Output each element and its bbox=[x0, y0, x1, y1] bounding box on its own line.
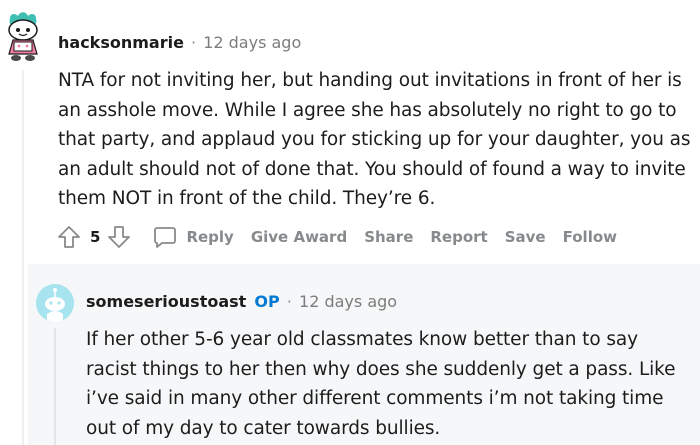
give-award-button[interactable]: Give Award bbox=[251, 228, 347, 246]
reply-button[interactable]: Reply bbox=[152, 224, 234, 250]
comment-username[interactable]: hacksonmarie bbox=[58, 33, 184, 52]
comment-timestamp[interactable]: 12 days ago bbox=[203, 33, 301, 52]
snoo-avatar-teal-hair-icon bbox=[8, 12, 38, 61]
reply-user-avatar[interactable] bbox=[36, 284, 74, 322]
reply-timestamp[interactable]: 12 days ago bbox=[299, 292, 397, 311]
report-button[interactable]: Report bbox=[430, 228, 487, 246]
upvote-icon[interactable] bbox=[56, 224, 82, 250]
op-badge: OP bbox=[254, 292, 280, 311]
comment-body: NTA for not inviting her, but handing ou… bbox=[58, 70, 691, 209]
reply-body: If her other 5-6 year old classmates kno… bbox=[86, 329, 676, 439]
reply-thread-line[interactable] bbox=[54, 328, 56, 445]
meta-separator: · bbox=[191, 33, 197, 52]
speech-bubble-icon bbox=[152, 224, 178, 250]
reply-username[interactable]: someserioustoast bbox=[86, 292, 246, 311]
save-button[interactable]: Save bbox=[505, 228, 546, 246]
comment: hacksonmarie · 12 days ago NTA for not i… bbox=[0, 0, 700, 262]
comment-meta: hacksonmarie · 12 days ago bbox=[58, 33, 301, 53]
reply-label: Reply bbox=[186, 228, 234, 246]
default-snoo-avatar-icon bbox=[36, 284, 74, 322]
comment-action-bar: 5 Reply Give Award Share Report Save Fol… bbox=[56, 224, 617, 250]
downvote-icon[interactable] bbox=[106, 224, 132, 250]
share-button[interactable]: Share bbox=[364, 228, 413, 246]
follow-button[interactable]: Follow bbox=[563, 228, 617, 246]
user-avatar[interactable] bbox=[4, 10, 42, 62]
vote-count: 5 bbox=[90, 228, 101, 246]
meta-separator: · bbox=[286, 292, 292, 311]
reply-meta: someserioustoast OP · 12 days ago bbox=[86, 292, 397, 312]
